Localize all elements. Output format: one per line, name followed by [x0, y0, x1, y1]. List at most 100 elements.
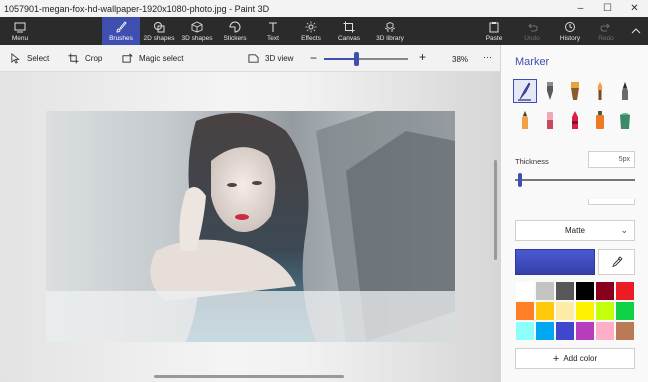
cursor-icon — [11, 52, 20, 64]
spray-can-brush[interactable] — [588, 108, 612, 132]
fill-bucket-brush[interactable] — [613, 108, 637, 132]
tab-text-label: Text — [267, 34, 279, 42]
canvas-image[interactable] — [46, 111, 455, 342]
color-swatch[interactable] — [595, 301, 615, 321]
color-swatch[interactable] — [555, 301, 575, 321]
zoom-out-button[interactable]: − — [310, 51, 317, 65]
oil-brush-icon — [571, 82, 579, 100]
undo-button[interactable]: Undo — [512, 17, 552, 45]
color-swatch[interactable] — [535, 301, 555, 321]
color-swatch[interactable] — [535, 321, 555, 341]
zoom-slider-thumb[interactable] — [353, 52, 359, 66]
thickness-label: Thickness — [515, 157, 549, 166]
tab-effects-label: Effects — [301, 34, 321, 42]
current-color[interactable] — [515, 249, 595, 275]
tab-effects[interactable]: Effects — [292, 17, 330, 45]
color-swatch[interactable] — [575, 301, 595, 321]
canvas-area[interactable] — [0, 72, 500, 382]
tab-2d-shapes-label: 2D shapes — [143, 34, 175, 42]
crop-label: Crop — [85, 53, 103, 63]
tab-brushes[interactable]: Brushes — [102, 17, 140, 45]
brush-grid — [513, 79, 639, 132]
tab-3d-library[interactable]: 3D library — [368, 17, 412, 45]
brush-panel: Marker Thickness 5px Matte ⌄ + Add color — [500, 45, 648, 382]
watercolor-icon — [597, 82, 603, 100]
marker-icon — [518, 82, 531, 101]
canvas-icon — [343, 21, 355, 32]
horizontal-scrollbar[interactable] — [154, 375, 344, 378]
opacity-input[interactable] — [588, 199, 635, 205]
redo-button[interactable]: Redo — [588, 17, 624, 45]
menu-button[interactable]: Menu — [0, 17, 40, 45]
pixel-pen-icon — [622, 82, 628, 100]
3d-library-icon — [384, 21, 396, 32]
eraser-icon — [547, 112, 553, 129]
pencil-icon — [522, 111, 528, 129]
undo-label: Undo — [524, 34, 540, 42]
eraser-brush[interactable] — [538, 108, 562, 132]
3d-shapes-icon — [191, 20, 203, 32]
minimize-button[interactable]: – — [567, 0, 594, 17]
chevron-down-icon: ⌄ — [620, 225, 628, 235]
color-swatch[interactable] — [615, 281, 635, 301]
thickness-slider-thumb[interactable] — [518, 173, 522, 187]
tab-canvas[interactable]: Canvas — [330, 17, 368, 45]
crop-tool[interactable]: Crop — [68, 45, 102, 72]
add-color-button[interactable]: + Add color — [515, 348, 635, 369]
vertical-scrollbar[interactable] — [494, 160, 497, 260]
magic-select-tool[interactable]: Magic select — [122, 45, 183, 72]
color-swatch[interactable] — [575, 281, 595, 301]
paste-label: Paste — [485, 34, 503, 42]
tab-3d-shapes[interactable]: 3D shapes — [178, 17, 216, 45]
color-palette — [515, 281, 635, 341]
oil-brush[interactable] — [563, 79, 587, 103]
tab-stickers[interactable]: Stickers — [216, 17, 254, 45]
history-icon — [565, 21, 575, 32]
color-swatch[interactable] — [515, 301, 535, 321]
window-title: 1057901-megan-fox-hd-wallpaper-1920x1080… — [4, 3, 270, 14]
color-swatch[interactable] — [575, 321, 595, 341]
color-swatch[interactable] — [615, 321, 635, 341]
color-swatch[interactable] — [595, 281, 615, 301]
pencil-brush[interactable] — [513, 108, 537, 132]
more-options-button[interactable]: ··· — [483, 52, 492, 62]
panel-title: Marker — [515, 56, 550, 68]
eyedropper-button[interactable] — [598, 249, 635, 275]
color-swatch[interactable] — [555, 321, 575, 341]
maximize-button[interactable]: ☐ — [594, 0, 621, 17]
calligraphy-pen-icon — [547, 82, 553, 100]
spray-can-icon — [596, 111, 604, 129]
crayon-icon — [572, 111, 578, 129]
tab-2d-shapes[interactable]: 2D shapes — [140, 17, 178, 45]
undo-icon — [528, 23, 538, 31]
color-swatch[interactable] — [555, 281, 575, 301]
color-swatch[interactable] — [515, 281, 535, 301]
calligraphy-pen-brush[interactable] — [538, 79, 562, 103]
color-swatch[interactable] — [515, 321, 535, 341]
close-button[interactable]: ✕ — [621, 0, 648, 17]
finish-dropdown[interactable]: Matte ⌄ — [515, 220, 635, 241]
zoom-in-button[interactable]: + — [419, 50, 426, 64]
thickness-input[interactable]: 5px — [588, 151, 635, 168]
redo-icon — [600, 23, 610, 31]
pixel-pen-brush[interactable] — [613, 79, 637, 103]
paste-button[interactable]: Paste — [476, 17, 512, 45]
history-button[interactable]: History — [552, 17, 588, 45]
add-color-label: Add color — [563, 354, 598, 363]
select-tool[interactable]: Select — [10, 45, 49, 72]
color-swatch[interactable] — [615, 301, 635, 321]
3d-view-toggle[interactable]: 3D view — [248, 45, 293, 72]
color-swatch[interactable] — [535, 281, 555, 301]
portrait-photo — [46, 111, 455, 342]
tab-text[interactable]: Text — [254, 17, 292, 45]
ribbon: Menu Brushes 2D shapes 3D shapes Sticker… — [0, 17, 648, 45]
finish-value: Matte — [564, 226, 585, 235]
thickness-slider[interactable] — [515, 173, 635, 187]
zoom-slider[interactable] — [324, 52, 408, 66]
color-swatch[interactable] — [595, 321, 615, 341]
watercolor-brush[interactable] — [588, 79, 612, 103]
chevron-up-icon — [631, 28, 641, 34]
marker-brush[interactable] — [513, 79, 537, 103]
crayon-brush[interactable] — [563, 108, 587, 132]
collapse-ribbon-button[interactable] — [624, 17, 648, 45]
